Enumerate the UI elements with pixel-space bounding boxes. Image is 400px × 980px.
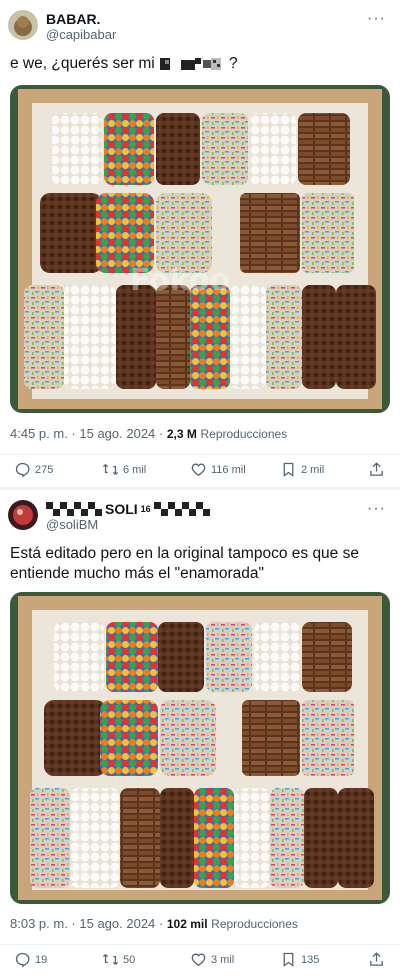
tweet-text-suffix: ? (229, 55, 238, 72)
bookmark-button[interactable]: 135 (280, 951, 319, 968)
views-label: Reproducciones (200, 427, 288, 441)
display-name-sup: 16 (140, 504, 151, 514)
tweet-meta: 4:45 p. m. · 15 ago. 2024 · 2,3 M Reprod… (10, 426, 288, 441)
svg-text:Fokoo: Fokoo (130, 263, 230, 298)
tweet-text-line-2: entiende mucho más el "enamorada" (10, 565, 264, 582)
like-button[interactable]: 116 mil (190, 461, 246, 478)
repost-icon (102, 464, 119, 475)
views-label: Reproducciones (211, 917, 298, 931)
tweet-text-line-1: Está editado pero en la original tampoco… (10, 545, 359, 562)
tweet-date[interactable]: 15 ago. 2024 (79, 916, 155, 931)
repost-button[interactable]: 50 (102, 951, 135, 968)
avatar[interactable] (8, 500, 38, 530)
display-name[interactable]: SOLI 16 (46, 501, 210, 517)
reply-icon (15, 952, 30, 968)
handle[interactable]: @soliBM (46, 517, 210, 533)
bookmark-count: 2 mil (301, 463, 325, 476)
tweet-photo[interactable]: Fokoo (10, 85, 390, 413)
reply-count: 275 (35, 463, 54, 476)
tweet-text: Está editado pero en la original tampoco… (10, 544, 359, 584)
bookmark-count: 135 (301, 953, 320, 966)
share-button[interactable] (368, 951, 385, 968)
reply-count: 19 (35, 953, 48, 966)
display-name[interactable]: BABAR. (46, 11, 116, 27)
bookmark-button[interactable]: 2 mil (280, 461, 324, 478)
censored-word (159, 57, 229, 71)
like-count: 116 mil (211, 463, 246, 476)
tweet-time[interactable]: 4:45 p. m. (10, 426, 68, 441)
tweet-2[interactable]: SOLI 16 @soliBM ··· Está editado pero en … (0, 490, 400, 980)
checkered-flag-emoji-left (46, 502, 102, 516)
reply-button[interactable]: 275 (14, 461, 53, 478)
share-button[interactable] (368, 461, 385, 478)
tweet-time[interactable]: 8:03 p. m. (10, 916, 68, 931)
display-name-text: SOLI (105, 501, 138, 517)
like-icon (191, 953, 206, 966)
tweet-header: SOLI 16 @soliBM ··· (8, 500, 392, 534)
more-icon[interactable]: ··· (367, 10, 386, 28)
share-icon (370, 462, 383, 476)
like-button[interactable]: 3 mil (190, 951, 234, 968)
reply-button[interactable]: 19 (14, 951, 47, 968)
avatar[interactable] (8, 10, 38, 40)
repost-count: 6 mil (123, 463, 147, 476)
share-icon (370, 952, 383, 966)
bookmark-icon (283, 952, 294, 967)
like-count: 3 mil (211, 953, 235, 966)
views-count: 2,3 M (166, 427, 197, 441)
checkered-flag-emoji-right (153, 502, 210, 516)
tweet-text: e we, ¿querés ser mi ? (10, 54, 238, 74)
repost-button[interactable]: 6 mil (102, 461, 146, 478)
tweet-text-prefix: e we, ¿querés ser mi (10, 55, 155, 72)
tweet-header: BABAR. @capibabar ··· (8, 10, 392, 44)
bookmark-icon (283, 462, 294, 477)
handle[interactable]: @capibabar (46, 27, 116, 43)
tweet-date[interactable]: 15 ago. 2024 (79, 426, 155, 441)
action-bar: 275 6 mil 116 mil 2 mil (0, 454, 400, 480)
more-icon[interactable]: ··· (367, 500, 386, 518)
repost-icon (102, 954, 119, 965)
tweet-meta: 8:03 p. m. · 15 ago. 2024 · 102 mil Repr… (10, 916, 298, 931)
action-bar: 19 50 3 mil 135 (0, 944, 400, 970)
tweet-1[interactable]: BABAR. @capibabar ··· e we, ¿querés ser … (0, 0, 400, 488)
repost-count: 50 (123, 953, 136, 966)
tweet-photo[interactable] (10, 592, 390, 904)
reply-icon (15, 462, 30, 478)
views-count: 102 mil (166, 917, 208, 931)
like-icon (191, 463, 206, 476)
